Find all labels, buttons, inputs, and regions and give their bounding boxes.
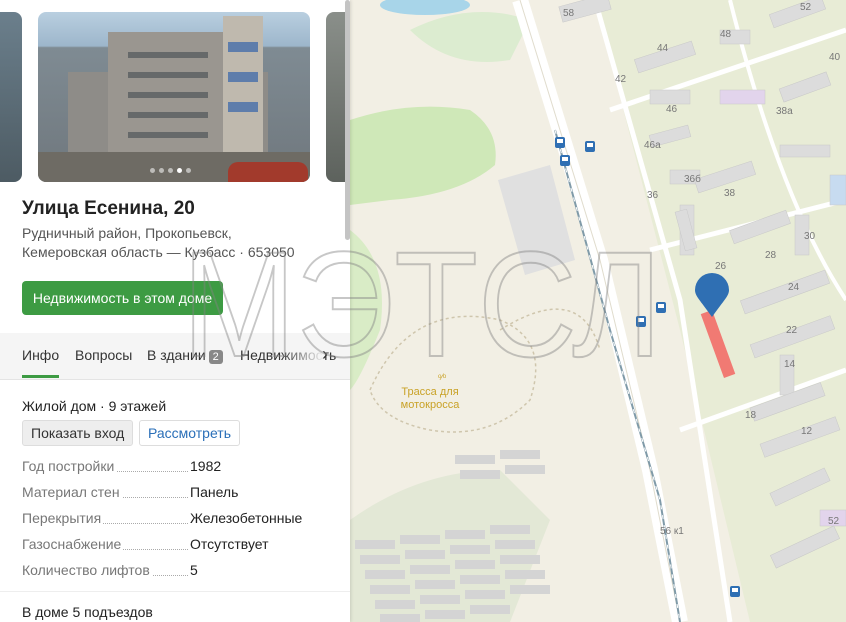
bus-stop-icon[interactable]	[730, 586, 740, 597]
realty-in-building-button[interactable]: Недвижимость в этом доме	[22, 281, 223, 315]
building-summary: Жилой дом · 9 этажей	[22, 398, 167, 414]
tab-questions[interactable]: Вопросы	[75, 347, 132, 363]
info-panel: Улица Есенина, 20 Рудничный район, Проко…	[0, 0, 350, 622]
property-key: Количество лифтов	[22, 562, 152, 578]
house-number: 46а	[644, 140, 661, 151]
photo-prev[interactable]	[0, 12, 22, 182]
show-entrance-button[interactable]: Показать вход	[22, 420, 134, 446]
property-key: Газоснабжение	[22, 536, 124, 552]
house-number: 58	[563, 8, 575, 19]
pagination-dot[interactable]	[159, 168, 164, 173]
pagination-dot[interactable]	[150, 168, 155, 173]
property-row: Газоснабжение Отсутствует	[22, 536, 322, 554]
photo-gallery[interactable]	[0, 0, 350, 190]
tab-in-building[interactable]: В здании 2	[147, 347, 223, 364]
house-number: 38	[724, 188, 736, 199]
tab-bar: Инфо Вопросы В здании2 Недвижимость ›	[0, 333, 350, 380]
tab-info[interactable]: Инфо	[22, 347, 60, 378]
house-number: 44	[657, 43, 669, 54]
poi-label-line-1[interactable]: Трасса для	[401, 386, 458, 398]
house-number: 52	[828, 516, 840, 527]
property-value: 5	[190, 562, 198, 578]
house-number: 12	[801, 426, 813, 437]
house-number: 28	[765, 250, 777, 261]
bus-stop-icon[interactable]	[636, 316, 646, 327]
property-key: Перекрытия	[22, 510, 104, 526]
photo-main[interactable]	[38, 12, 310, 182]
property-key: Год постройки	[22, 458, 117, 474]
house-number: 24	[788, 282, 800, 293]
tab-count-badge: 2	[208, 350, 223, 364]
house-number: 42	[615, 74, 627, 85]
house-number: 14	[784, 359, 796, 370]
property-value: 1982	[190, 458, 222, 474]
house-number: 52	[800, 2, 812, 13]
property-value: Панель	[190, 484, 239, 500]
tab-in-building-label: В здании	[147, 347, 206, 363]
poi-label-line-2[interactable]: мотокросса	[401, 399, 461, 411]
tab-fade	[280, 333, 325, 379]
bus-stop-icon[interactable]	[585, 141, 595, 152]
map-view[interactable]: ᵒ⁄ᵒ Трасса для мотокросса 58 52 48 44 42…	[350, 0, 846, 622]
house-number: 46	[666, 104, 678, 115]
motocross-icon: ᵒ⁄ᵒ	[438, 372, 447, 382]
property-key: Материал стен	[22, 484, 122, 500]
view-button[interactable]: Рассмотреть	[139, 420, 240, 446]
property-row: Перекрытия Железобетонные	[22, 510, 322, 528]
building-type: Жилой дом	[22, 398, 97, 414]
photo-pagination	[150, 168, 191, 173]
chevron-right-icon[interactable]: ›	[322, 344, 328, 365]
house-number: 36б	[684, 173, 701, 185]
property-row: Количество лифтов 5	[22, 562, 322, 580]
divider	[0, 591, 350, 592]
house-number: 22	[786, 325, 798, 336]
map-canvas[interactable]: ᵒ⁄ᵒ Трасса для мотокросса 58 52 48 44 42…	[350, 0, 846, 622]
pagination-dot[interactable]	[168, 168, 173, 173]
house-number: 26	[715, 261, 727, 272]
building-floors: 9 этажей	[108, 398, 167, 414]
house-number: 38а	[776, 106, 793, 117]
house-number: 18	[745, 410, 757, 421]
entrances-count: В доме 5 подъездов	[22, 604, 153, 620]
property-row: Материал стен Панель	[22, 484, 322, 502]
panel-scrollbar[interactable]	[345, 0, 350, 240]
bus-stop-icon[interactable]	[560, 155, 570, 166]
property-value: Железобетонные	[190, 510, 303, 526]
address-line-2: Кемеровская область — Кузбасс · 653050	[22, 244, 295, 260]
house-number: 40	[829, 52, 841, 63]
property-value: Отсутствует	[190, 536, 269, 552]
house-number: 56 к1	[660, 526, 684, 537]
address-line-1: Рудничный район, Прокопьевск,	[22, 225, 232, 241]
pagination-dot[interactable]	[186, 168, 191, 173]
house-number: 36	[647, 190, 659, 201]
house-number: 30	[804, 231, 816, 242]
place-address: Рудничный район, Прокопьевск, Кемеровска…	[22, 224, 295, 262]
house-number: 48	[720, 29, 732, 40]
bus-stop-icon[interactable]	[656, 302, 666, 313]
place-title: Улица Есенина, 20	[22, 198, 195, 219]
bus-stop-icon[interactable]	[555, 137, 565, 148]
property-row: Год постройки 1982	[22, 458, 322, 476]
pagination-dot-active[interactable]	[177, 168, 182, 173]
